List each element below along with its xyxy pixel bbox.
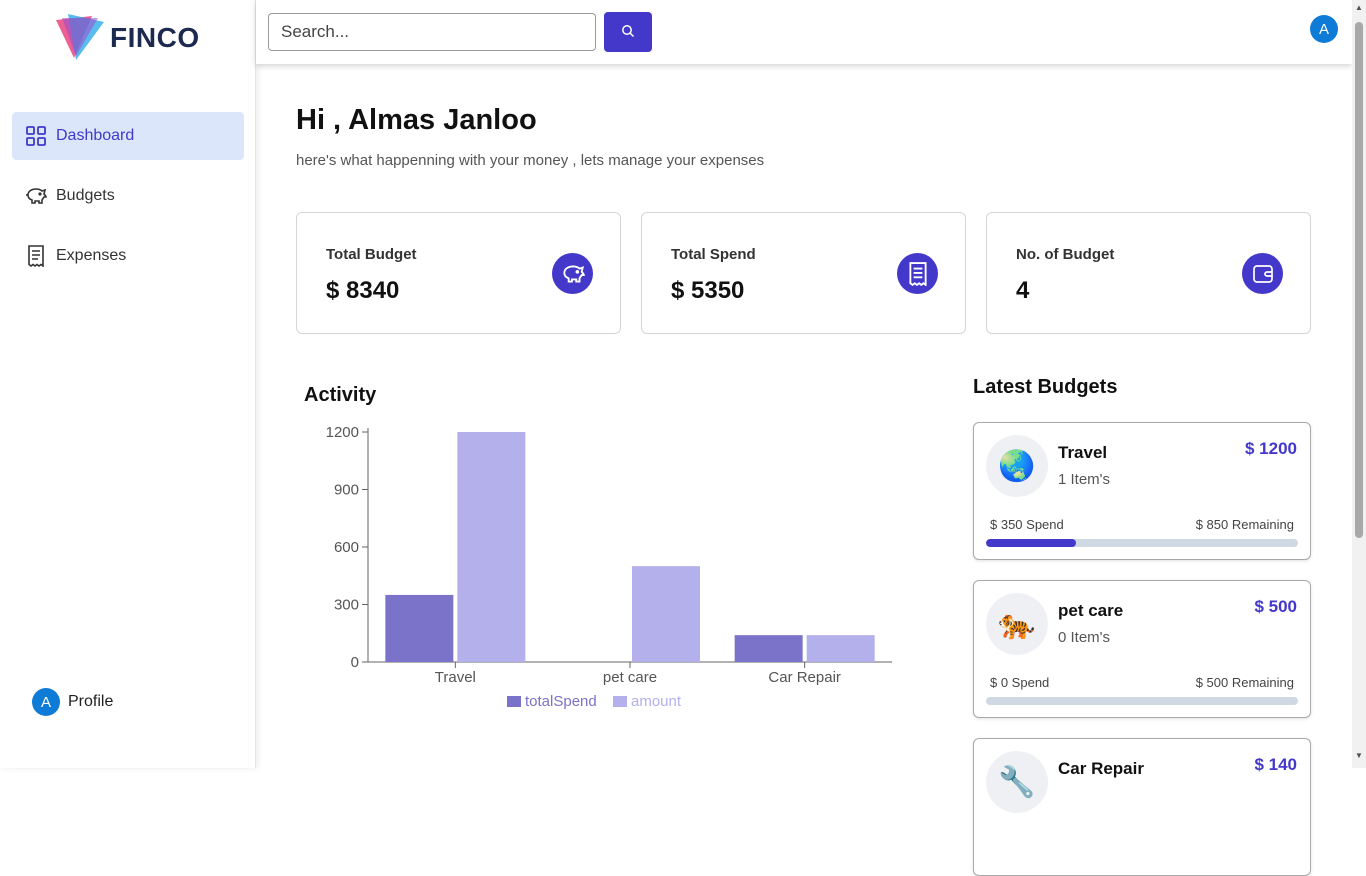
latest-budgets-title: Latest Budgets [973, 376, 1118, 398]
total-budget-card: Total Budget $ 8340 [296, 212, 621, 334]
budget-progress-bar [986, 539, 1298, 547]
legend-swatch [507, 696, 521, 707]
card-value: $ 8340 [326, 277, 400, 304]
legend-swatch [613, 696, 627, 707]
search-button[interactable] [604, 12, 652, 52]
activity-chart: 0 300 600 900 1200 Travel pet care Car Repair to… [326, 424, 892, 710]
globe-icon: 🌏 [986, 435, 1048, 497]
budget-amount: $ 1200 [1245, 439, 1297, 458]
budget-spend: $ 0 Spend [990, 675, 1050, 690]
bar-amount [457, 432, 526, 662]
page-subtitle: here's what happenning with your money ,… [296, 152, 765, 169]
x-tick-label: Travel [435, 669, 476, 686]
total-spend-card: Total Spend $ 5350 [641, 212, 966, 334]
scrollbar[interactable]: ▲ ▼ [1352, 0, 1366, 768]
grid-icon [24, 124, 48, 148]
tiger-icon: 🐅 [986, 593, 1048, 655]
y-tick-label: 300 [334, 597, 359, 614]
user-avatar[interactable]: A [1310, 15, 1338, 43]
piggy-bank-icon [24, 184, 48, 208]
activity-title: Activity [304, 384, 377, 406]
wallet-icon [1242, 253, 1283, 294]
budget-card-travel[interactable]: 🌏 Travel 1 Item's $ 1200 $ 350 Spend $ 8… [973, 422, 1311, 560]
budget-spend: $ 350 Spend [990, 517, 1064, 532]
legend-label: amount [631, 693, 682, 710]
bar-amount [632, 566, 700, 662]
card-label: Total Spend [671, 246, 756, 263]
bar-amount [806, 635, 875, 662]
card-label: No. of Budget [1016, 246, 1115, 263]
budget-name: Travel [1058, 443, 1108, 462]
receipt-icon [897, 253, 938, 294]
budget-item-count: 0 Item's [1058, 629, 1111, 646]
scroll-thumb[interactable] [1355, 22, 1363, 538]
sidebar-item-label: Dashboard [56, 127, 135, 144]
search-input[interactable] [268, 13, 596, 51]
sidebar-item-label: Budgets [56, 187, 115, 204]
budget-remaining: $ 500 Remaining [1195, 675, 1294, 690]
page-title: Hi , Almas Janloo [296, 104, 537, 136]
x-tick-label: pet care [603, 669, 657, 686]
receipt-icon [24, 244, 48, 268]
budget-item-count: 1 Item's [1058, 471, 1111, 488]
search-icon [621, 24, 635, 41]
scroll-up-arrow-icon[interactable]: ▲ [1355, 4, 1363, 12]
finco-logo-icon [56, 14, 104, 60]
sidebar: FINCO Dashboard Budgets Expenses A Profi… [0, 0, 256, 768]
y-tick-label: 0 [351, 654, 359, 671]
profile-label: Profile [68, 693, 114, 710]
sidebar-item-expenses[interactable]: Expenses [12, 232, 244, 280]
sidebar-item-budgets[interactable]: Budgets [12, 172, 244, 220]
sidebar-item-dashboard[interactable]: Dashboard [12, 112, 244, 160]
budget-progress-bar [986, 697, 1298, 705]
card-value: 4 [1016, 277, 1030, 304]
avatar: A [32, 688, 60, 716]
profile-link[interactable]: A Profile [32, 688, 113, 716]
scroll-down-arrow-icon[interactable]: ▼ [1355, 752, 1363, 760]
legend-label: totalSpend [525, 693, 597, 710]
piggy-bank-icon [552, 253, 593, 294]
bar-totalSpend [385, 594, 454, 662]
finco-logo[interactable]: FINCO [52, 12, 200, 64]
top-bar: A [256, 0, 1352, 64]
wrench-icon: 🔧 [986, 751, 1048, 813]
budget-card-pet-care[interactable]: 🐅 pet care 0 Item's $ 500 $ 0 Spend $ 50… [973, 580, 1311, 718]
card-value: $ 5350 [671, 277, 745, 304]
y-tick-label: 900 [334, 482, 359, 499]
bar-totalSpend [734, 635, 803, 662]
logo-text: FINCO [110, 22, 200, 53]
x-tick-label: Car Repair [768, 669, 841, 686]
budget-amount: $ 500 [1254, 597, 1297, 616]
y-tick-label: 600 [334, 539, 359, 556]
card-label: Total Budget [326, 246, 417, 263]
sidebar-item-label: Expenses [56, 247, 127, 264]
budget-card-car-repair[interactable]: 🔧 Car Repair $ 140 [973, 738, 1311, 876]
budget-amount: $ 140 [1254, 755, 1297, 774]
budget-remaining: $ 850 Remaining [1195, 517, 1294, 532]
budget-count-card: No. of Budget 4 [986, 212, 1311, 334]
y-tick-label: 1200 [326, 424, 359, 441]
budget-name: pet care [1058, 601, 1124, 620]
budget-progress-fill [986, 539, 1077, 547]
budget-name: Car Repair [1058, 759, 1144, 778]
